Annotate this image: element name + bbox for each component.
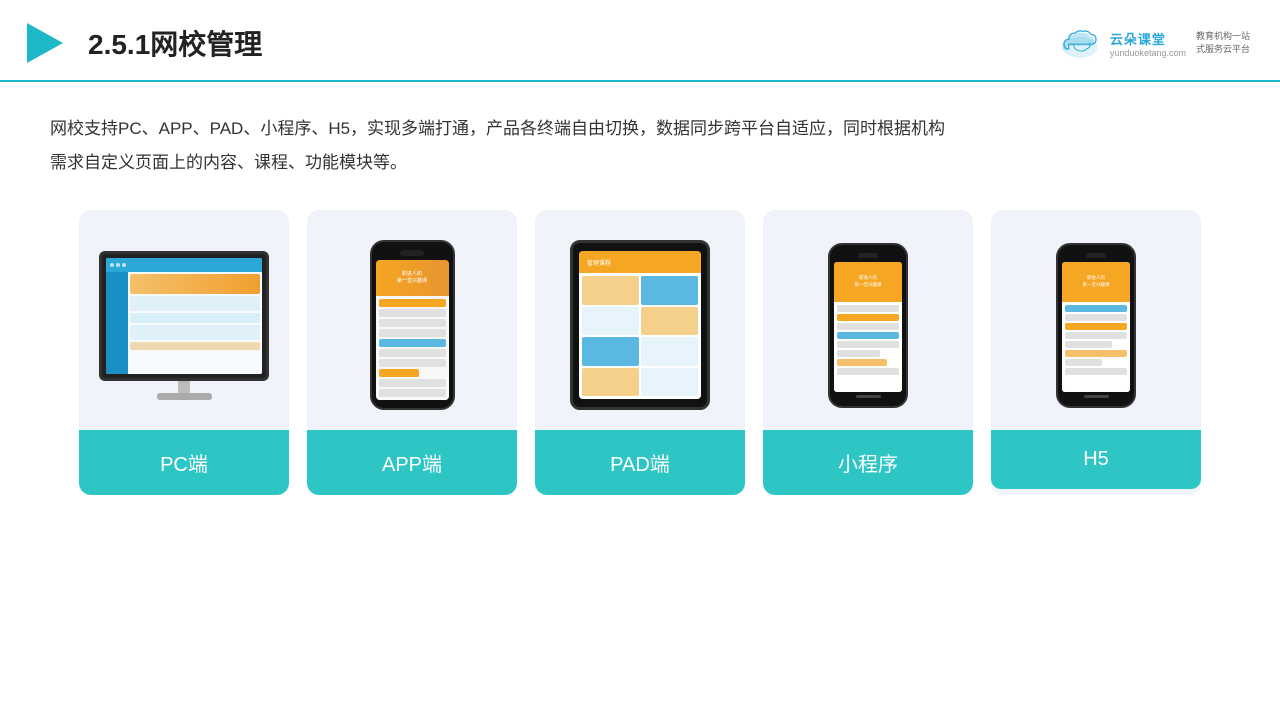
screen-header-bar — [106, 258, 262, 272]
app-logo — [20, 18, 70, 68]
content-block-4 — [130, 325, 260, 340]
card-app-label: APP端 — [307, 430, 517, 495]
brand-slogan: 教育机构一站 式服务云平台 — [1196, 30, 1250, 55]
header-left: 2.5.1网校管理 — [20, 18, 262, 68]
phone-notch-small-2 — [1086, 253, 1106, 258]
mini-screen-top: 职进人的第一堂兴趣课 — [834, 262, 902, 302]
app-device: 职进人的第一堂兴趣课 — [370, 240, 455, 410]
phone-screen-top: 职进人的第一堂兴趣课 — [376, 260, 449, 296]
monitor-base — [157, 393, 212, 400]
phone-row-8 — [379, 369, 419, 377]
card-miniprogram-label: 小程序 — [763, 430, 973, 495]
card-app: 职进人的第一堂兴趣课 — [307, 210, 517, 495]
main-content: 网校支持PC、APP、PAD、小程序、H5，实现多端打通，产品各终端自由切换，数… — [0, 82, 1280, 515]
phone-row-4 — [379, 329, 446, 337]
brand-text-block: 云朵课堂 yunduoketang.com — [1110, 29, 1186, 58]
monitor-frame — [99, 251, 269, 381]
card-pad-image: 管理课程 — [535, 210, 745, 430]
phone-screen: 职进人的第一堂兴趣课 — [376, 260, 449, 400]
brand-logo: 云朵课堂 yunduoketang.com 教育机构一站 式服务云平台 — [1056, 25, 1250, 61]
card-pc: PC端 — [79, 210, 289, 495]
miniprogram-device: 职进人的第一堂兴趣课 — [828, 243, 908, 408]
cards-container: PC端 职进人的第一堂兴趣课 — [50, 210, 1230, 495]
brand-url: yunduoketang.com — [1110, 48, 1186, 58]
card-h5-label: H5 — [991, 430, 1201, 489]
brand-name: 云朵课堂 — [1110, 29, 1166, 48]
card-miniprogram-image: 职进人的第一堂兴趣课 — [763, 210, 973, 430]
description-text: 网校支持PC、APP、PAD、小程序、H5，实现多端打通，产品各终端自由切换，数… — [50, 112, 1230, 180]
brand-slogan-line1: 教育机构一站 — [1196, 31, 1250, 41]
content-block-5 — [130, 342, 260, 350]
card-pad-label: PAD端 — [535, 430, 745, 495]
phone-notch — [400, 250, 424, 256]
tablet-frame: 管理课程 — [570, 240, 710, 410]
content-block-3 — [130, 313, 260, 323]
phone-row-5 — [379, 339, 446, 347]
phone-frame: 职进人的第一堂兴趣课 — [370, 240, 455, 410]
phone-row-9 — [379, 379, 446, 387]
tablet-block-7 — [582, 368, 639, 397]
tablet-block-4 — [641, 307, 698, 336]
tablet-screen: 管理课程 — [579, 251, 701, 399]
phone-screen-bottom — [376, 296, 449, 400]
phone-row-6 — [379, 349, 446, 357]
tablet-block-6 — [641, 337, 698, 366]
phone-frame-small-2: 职进人的第一堂兴趣课 — [1056, 243, 1136, 408]
card-app-image: 职进人的第一堂兴趣课 — [307, 210, 517, 430]
pad-device: 管理课程 — [570, 240, 710, 410]
pc-device — [99, 251, 269, 400]
phone-row-2 — [379, 309, 446, 317]
content-block-1 — [130, 274, 260, 294]
mini-screen-bottom — [834, 302, 902, 392]
card-h5: 职进人的第一堂兴趣课 — [991, 210, 1201, 495]
page-title: 2.5.1网校管理 — [88, 23, 262, 63]
h5-device: 职进人的第一堂兴趣课 — [1056, 243, 1136, 408]
phone-row-3 — [379, 319, 446, 327]
screen-body — [106, 272, 262, 374]
tablet-body — [579, 273, 701, 399]
card-miniprogram: 职进人的第一堂兴趣课 — [763, 210, 973, 495]
tablet-header-text: 管理课程 — [587, 258, 611, 267]
tablet-block-3 — [582, 307, 639, 336]
phone-home-indicator-1 — [856, 395, 881, 398]
h5-screen: 职进人的第一堂兴趣课 — [1062, 262, 1130, 392]
tablet-block-2 — [641, 276, 698, 305]
mini-screen: 职进人的第一堂兴趣课 — [834, 262, 902, 392]
brand-slogan-line2: 式服务云平台 — [1196, 44, 1250, 54]
card-pad: 管理课程 — [535, 210, 745, 495]
h5-screen-top: 职进人的第一堂兴趣课 — [1062, 262, 1130, 302]
card-pc-label: PC端 — [79, 430, 289, 495]
h5-top-text: 职进人的第一堂兴趣课 — [1083, 275, 1110, 288]
phone-frame-small-1: 职进人的第一堂兴趣课 — [828, 243, 908, 408]
card-pc-image — [79, 210, 289, 430]
page-header: 2.5.1网校管理 云朵课堂 yunduoketang.com 教育机构一站 式… — [0, 0, 1280, 82]
screen-sidebar — [106, 272, 128, 374]
phone-top-text: 职进人的第一堂兴趣课 — [397, 271, 427, 285]
card-h5-image: 职进人的第一堂兴趣课 — [991, 210, 1201, 430]
phone-row-1 — [379, 299, 446, 307]
monitor-screen — [106, 258, 262, 374]
cloud-icon — [1056, 25, 1104, 61]
mini-top-text: 职进人的第一堂兴趣课 — [855, 275, 882, 288]
tablet-block-8 — [641, 368, 698, 397]
h5-screen-bottom — [1062, 302, 1130, 392]
monitor-neck — [178, 381, 190, 393]
content-block-2 — [130, 296, 260, 311]
tablet-block-5 — [582, 337, 639, 366]
screen-content — [128, 272, 262, 374]
phone-row-7 — [379, 359, 446, 367]
phone-row-10 — [379, 389, 446, 397]
phone-home-indicator-2 — [1084, 395, 1109, 398]
tablet-header: 管理课程 — [579, 251, 701, 273]
tablet-block-1 — [582, 276, 639, 305]
phone-notch-small-1 — [858, 253, 878, 258]
